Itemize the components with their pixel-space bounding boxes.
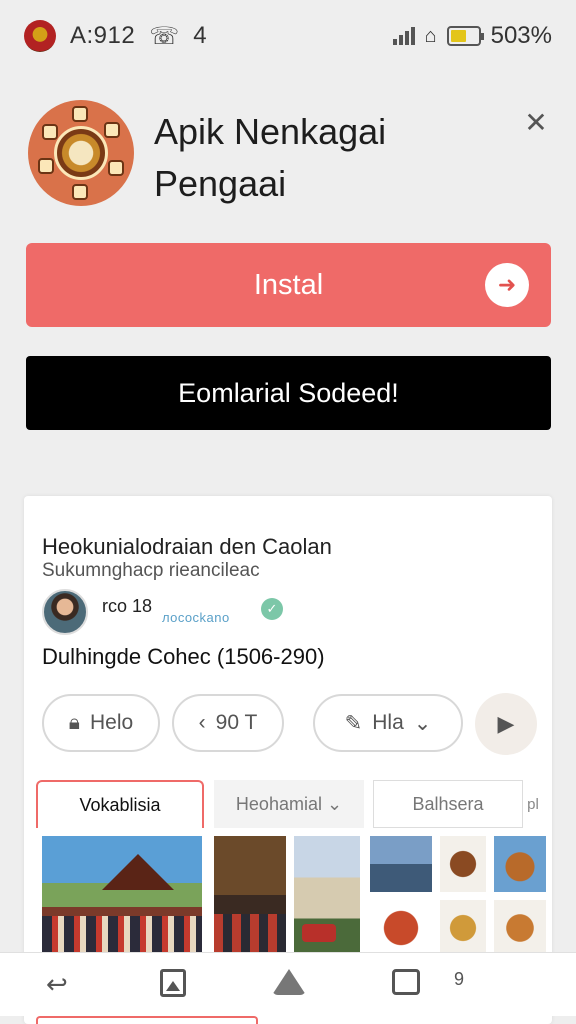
time-pill-label: 90 T xyxy=(215,711,258,734)
photo-thumbnail[interactable] xyxy=(214,836,286,954)
app-notification-icon xyxy=(24,20,56,52)
next-card-edge xyxy=(36,1016,258,1024)
lock-pill-button[interactable]: 🔒︎ Helo xyxy=(42,694,160,752)
notification-count: 9 xyxy=(454,969,465,989)
lock-pill-label: Helo xyxy=(89,711,134,734)
author-handle: лocockano xyxy=(162,610,230,625)
app-logo xyxy=(28,100,134,206)
tab-balhsera[interactable]: Balhsera xyxy=(373,780,523,828)
photo-thumbnail[interactable] xyxy=(294,836,360,954)
close-button[interactable]: ✕ xyxy=(518,104,554,140)
photo-thumbnail[interactable] xyxy=(42,836,202,954)
chevron-left-icon: ‹ xyxy=(198,711,206,734)
language-label: Hla xyxy=(372,711,404,734)
app-title-line-2: Pengaai xyxy=(154,163,287,205)
photo-thumbnail[interactable] xyxy=(370,836,432,892)
tab-heohamial[interactable]: Heohamial ⌄ xyxy=(214,780,364,828)
app-title-line-1: Apik Nenkagai xyxy=(154,111,387,152)
food-thumbnail[interactable] xyxy=(494,900,546,956)
arrow-right-icon: ➜ xyxy=(485,263,529,307)
avatar[interactable] xyxy=(42,589,88,635)
card-title: Heokunialodraian den Caolan xyxy=(42,534,332,559)
app-header: Apik Nenkagai Pengaai ✕ xyxy=(0,92,576,222)
time-pill-button[interactable]: ‹ 90 T xyxy=(172,694,284,752)
secondary-label: Eomlarial Sodeed! xyxy=(178,377,399,408)
message-icon[interactable] xyxy=(392,969,420,995)
card-subtitle: Sukumnghacp rieancileac xyxy=(42,560,260,581)
status-time: A:912 xyxy=(70,22,136,49)
install-label: Instal xyxy=(253,268,324,301)
food-thumbnail[interactable] xyxy=(440,900,486,956)
status-bar: A:912 ☏ 4 ⌂ 503% xyxy=(0,0,576,72)
back-icon[interactable]: ↩ xyxy=(46,969,68,1000)
wifi-icon: ⌂ xyxy=(424,24,437,47)
install-button[interactable]: Instal ➜ xyxy=(26,243,551,327)
battery-percent: 503% xyxy=(490,22,552,49)
battery-icon xyxy=(446,26,484,46)
secondary-button[interactable]: Eomlarial Sodeed! xyxy=(26,356,551,430)
play-button[interactable]: ▶ xyxy=(475,693,537,755)
chevron-down-icon: ⌄ xyxy=(413,711,432,735)
app-title: Apik Nenkagai Pengaai xyxy=(154,106,386,210)
content-card: Heokunialodraian den Caolan Sukumnghacp … xyxy=(24,496,552,1024)
battery-level xyxy=(450,30,467,42)
close-icon: ✕ xyxy=(524,106,548,138)
link-icon: ✎ xyxy=(344,711,363,735)
food-thumbnail[interactable] xyxy=(494,836,546,892)
tab-vokablisia[interactable]: Vokablisia xyxy=(36,780,204,828)
author-name[interactable]: rco 18 xyxy=(102,596,152,617)
food-thumbnail[interactable] xyxy=(440,836,486,892)
verified-icon: ✓ xyxy=(261,598,283,620)
home-icon[interactable] xyxy=(272,969,306,995)
play-icon: ▶ xyxy=(497,711,515,736)
call-icon: ☏ xyxy=(149,22,180,50)
tab-more[interactable]: pl xyxy=(523,780,543,828)
lock-icon: 🔒︎ xyxy=(68,711,80,734)
gallery-icon[interactable] xyxy=(160,969,186,997)
language-dropdown[interactable]: ✎ Hla ⌄ xyxy=(313,694,463,752)
signal-icon xyxy=(392,27,415,45)
status-extra: 4 xyxy=(193,22,207,49)
bottom-nav: ↩ 9 xyxy=(0,952,576,1016)
food-thumbnail[interactable] xyxy=(370,900,432,956)
card-body-text: Dulhingde Cohec (1506-290) xyxy=(42,644,325,669)
